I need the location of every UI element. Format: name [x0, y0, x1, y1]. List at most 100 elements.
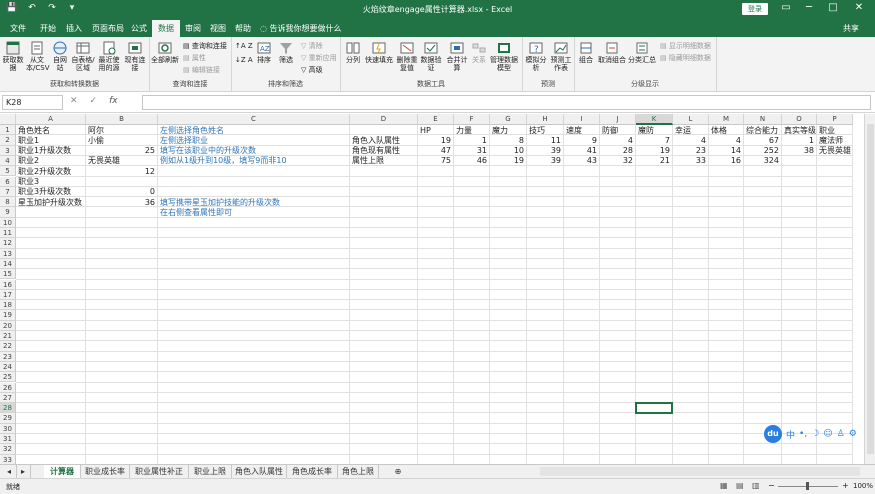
row-header[interactable]: 28	[0, 403, 16, 413]
cell-L2[interactable]: 4	[674, 136, 706, 146]
text-to-columns-button[interactable]: 分列	[344, 41, 362, 64]
sheet-tab-class-growth[interactable]: 职业成长率	[81, 465, 130, 478]
page-break-view-icon[interactable]: ▥	[752, 481, 760, 490]
recent-sources-button[interactable]: 最近使用的源	[97, 41, 121, 72]
cell-A5[interactable]: 职业2升级次数	[18, 167, 71, 177]
tab-review[interactable]: 审阅	[185, 23, 201, 34]
row-header[interactable]: 11	[0, 228, 16, 238]
cell-I3[interactable]: 41	[565, 146, 597, 156]
cell-H2[interactable]: 11	[528, 136, 561, 146]
cell-B5[interactable]: 12	[87, 167, 155, 177]
reapply-button[interactable]: ▽ 重新应用	[301, 53, 337, 63]
cell-H1[interactable]: 技巧	[529, 126, 545, 136]
cell-F3[interactable]: 31	[455, 146, 487, 156]
tell-me-search[interactable]: ◌ 告诉我你想要做什么	[260, 23, 342, 34]
from-web-button[interactable]: 自网站	[51, 41, 69, 72]
cell-F4[interactable]: 46	[455, 156, 487, 166]
ime-skin-icon[interactable]: ♙	[837, 429, 845, 439]
cell-N3[interactable]: 252	[745, 146, 779, 156]
ime-moon-icon[interactable]: ☽	[811, 429, 819, 439]
get-data-button[interactable]: 获取数据	[2, 41, 24, 72]
ime-tools-icon[interactable]: ⚙	[849, 429, 857, 439]
sort-button[interactable]: AZ 排序	[255, 41, 273, 64]
cell-K4[interactable]: 21	[637, 156, 670, 166]
cell-P2[interactable]: 魔法师	[819, 136, 843, 146]
row-header[interactable]: 9	[0, 207, 16, 217]
share-button[interactable]: 共享	[843, 23, 859, 34]
cell-I4[interactable]: 43	[565, 156, 597, 166]
row-header[interactable]: 7	[0, 187, 16, 197]
column-header[interactable]: I	[564, 114, 600, 125]
cell-N2[interactable]: 67	[745, 136, 779, 146]
cell-C4[interactable]: 例如从1级升到10级，填写9而非10	[160, 156, 287, 166]
tab-formulas[interactable]: 公式	[131, 23, 147, 34]
name-box[interactable]: K28	[2, 95, 63, 110]
relationships-button[interactable]: 关系	[471, 41, 487, 64]
row-header[interactable]: 15	[0, 269, 16, 279]
edit-links-button[interactable]: ▤ 编辑链接	[183, 65, 220, 75]
horizontal-scrollbar[interactable]	[540, 467, 860, 476]
column-header[interactable]: C	[158, 114, 350, 125]
cell-B3[interactable]: 25	[87, 146, 155, 156]
column-header[interactable]: D	[350, 114, 418, 125]
row-header[interactable]: 1	[0, 125, 16, 135]
cell-C3[interactable]: 填写在该职业中的升级次数	[160, 146, 256, 156]
consolidate-button[interactable]: 合并计算	[444, 41, 470, 72]
cell-K2[interactable]: 7	[637, 136, 670, 146]
cell-D3[interactable]: 角色现有属性	[352, 146, 400, 156]
cell-C1[interactable]: 左侧选择角色姓名	[160, 126, 224, 136]
cell-O2[interactable]: 1	[783, 136, 814, 146]
cell-F2[interactable]: 1	[455, 136, 487, 146]
flash-fill-button[interactable]: 快速填充	[365, 41, 393, 64]
cell-M1[interactable]: 体格	[711, 126, 727, 136]
enter-icon[interactable]: ✓	[90, 96, 98, 106]
zoom-slider-thumb[interactable]	[806, 482, 809, 490]
cell-E4[interactable]: 75	[419, 156, 451, 166]
cell-A2[interactable]: 职业1	[18, 136, 39, 146]
cell-P3[interactable]: 无畏英雄	[819, 146, 851, 156]
close-icon[interactable]: ✕	[850, 2, 868, 13]
row-header[interactable]: 4	[0, 156, 16, 166]
refresh-all-button[interactable]: 全部刷新	[151, 41, 179, 64]
cell-D4[interactable]: 属性上限	[352, 156, 384, 166]
row-header[interactable]: 24	[0, 362, 16, 372]
ime-emoji-icon[interactable]: ☺	[823, 429, 832, 439]
cell-G1[interactable]: 魔力	[492, 126, 508, 136]
from-table-button[interactable]: 自表格/区域	[71, 41, 95, 72]
show-detail-button[interactable]: ▤ 显示明细数据	[660, 41, 711, 51]
ungroup-button[interactable]: 取消组合	[598, 41, 626, 64]
row-header[interactable]: 10	[0, 218, 16, 228]
cell-J3[interactable]: 28	[601, 146, 633, 156]
scroll-tabs-right-icon[interactable]: ▸	[16, 465, 31, 478]
row-header[interactable]: 2	[0, 135, 16, 145]
zoom-out-icon[interactable]: −	[768, 481, 775, 490]
column-header[interactable]: A	[16, 114, 86, 125]
cell-G3[interactable]: 10	[491, 146, 524, 156]
sheet-tab-char-cap[interactable]: 角色上限	[338, 465, 379, 478]
row-header[interactable]: 32	[0, 444, 16, 454]
column-header[interactable]: G	[490, 114, 527, 125]
forecast-sheet-button[interactable]: 预测工作表	[550, 41, 572, 72]
row-header[interactable]: 5	[0, 166, 16, 176]
row-header[interactable]: 14	[0, 259, 16, 269]
cell-J2[interactable]: 4	[601, 136, 633, 146]
sheet-tab-class-cap[interactable]: 职业上限	[189, 465, 232, 478]
row-header[interactable]: 16	[0, 280, 16, 290]
column-header[interactable]: N	[744, 114, 782, 125]
sort-descending-button[interactable]: ↓Z A	[235, 56, 253, 64]
normal-view-icon[interactable]: ▦	[720, 481, 728, 490]
tab-file[interactable]: 文件	[10, 23, 26, 34]
sheet-tab-char-join[interactable]: 角色入队属性	[232, 465, 287, 478]
cell-P1[interactable]: 职业	[819, 126, 835, 136]
sort-ascending-button[interactable]: ↑A Z	[235, 42, 253, 50]
column-header[interactable]: B	[86, 114, 158, 125]
row-header[interactable]: 20	[0, 321, 16, 331]
cell-C2[interactable]: 左侧选择职业	[160, 136, 208, 146]
row-header[interactable]: 30	[0, 424, 16, 434]
cell-B2[interactable]: 小偷	[88, 136, 104, 146]
cell-A8[interactable]: 星玉加护升级次数	[18, 198, 82, 208]
ribbon-display-options-icon[interactable]: ▭	[777, 2, 795, 13]
insert-function-icon[interactable]: fx	[109, 96, 118, 106]
sheet-tab-class-bonus[interactable]: 职业属性补正	[130, 465, 189, 478]
cell-O3[interactable]: 38	[783, 146, 814, 156]
